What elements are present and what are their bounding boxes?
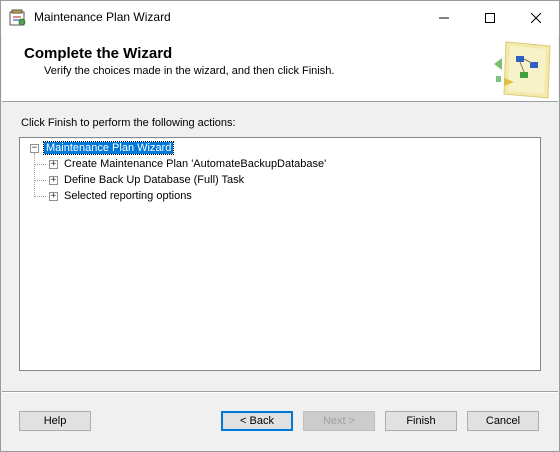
close-button[interactable] [513,1,559,35]
title-bar[interactable]: Maintenance Plan Wizard [1,1,559,35]
minimize-icon [439,17,449,19]
tree-expand-toggle[interactable]: + [49,176,58,185]
cancel-button[interactable]: Cancel [467,411,539,431]
finish-button[interactable]: Finish [385,411,457,431]
wizard-window: Maintenance Plan Wizard Complete the Wiz… [0,0,560,452]
actions-tree[interactable]: − Maintenance Plan Wizard + Create Maint… [19,137,541,371]
maximize-button[interactable] [467,1,513,35]
tree-connector [34,164,46,165]
wizard-header: Complete the Wizard Verify the choices m… [2,35,558,102]
window-title: Maintenance Plan Wizard [34,10,171,24]
instruction-text: Click Finish to perform the following ac… [21,117,236,129]
close-icon [531,13,541,23]
wizard-app-icon [9,9,27,27]
minimize-button[interactable] [421,1,467,35]
tree-expand-toggle[interactable]: + [49,192,58,201]
tree-node-backup-task[interactable]: Define Back Up Database (Full) Task [64,174,244,186]
maximize-icon [485,13,495,23]
tree-collapse-toggle[interactable]: − [30,144,39,153]
help-button[interactable]: Help [19,411,91,431]
back-button[interactable]: < Back [221,411,293,431]
next-button[interactable]: Next > [303,411,375,431]
tree-node-reporting[interactable]: Selected reporting options [64,190,192,202]
tree-connector [34,180,46,181]
tree-connector [34,153,35,197]
page-subtitle: Verify the choices made in the wizard, a… [44,65,335,77]
page-title: Complete the Wizard [24,45,173,62]
tree-node-root[interactable]: Maintenance Plan Wizard [42,141,175,155]
tree-node-create-plan[interactable]: Create Maintenance Plan 'AutomateBackupD… [64,158,326,170]
tree-connector [34,196,46,197]
tree-expand-toggle[interactable]: + [49,160,58,169]
button-separator [2,391,558,393]
wizard-illustration-icon [490,38,554,100]
